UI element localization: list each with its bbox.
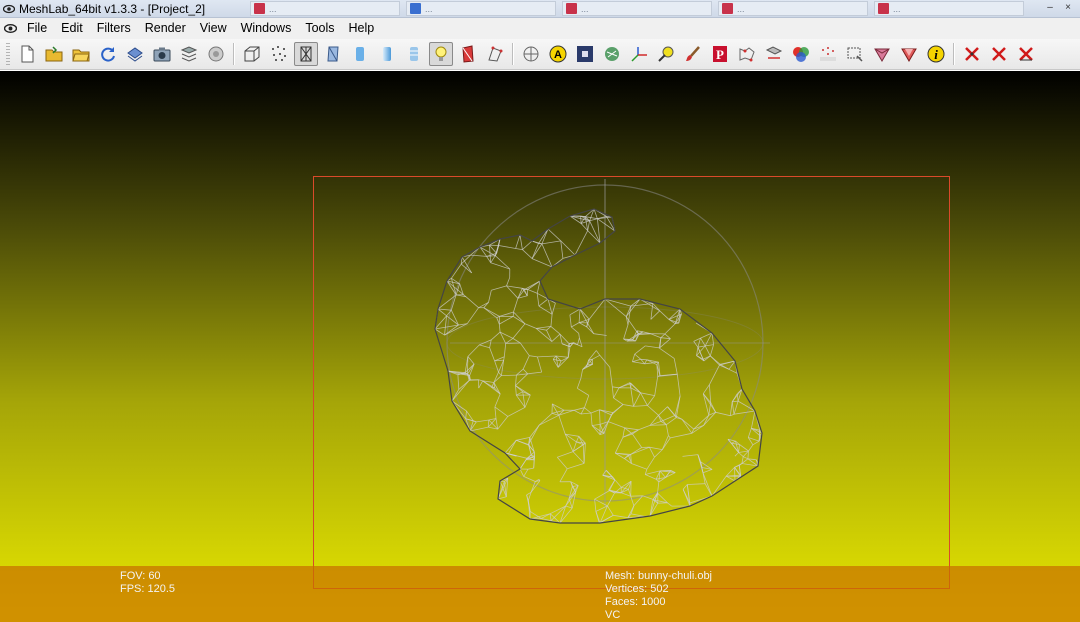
svg-text:A: A: [554, 49, 562, 61]
brush-icon[interactable]: [681, 42, 705, 66]
texture-icon[interactable]: [402, 42, 426, 66]
window-title: MeshLab_64bit v1.3.3 - [Project_2]: [19, 1, 206, 16]
measure-icon[interactable]: [573, 42, 597, 66]
align-icon[interactable]: [735, 42, 759, 66]
title-bar: MeshLab_64bit v1.3.3 - [Project_2] ... .…: [0, 0, 1080, 18]
app-icon: [254, 3, 265, 14]
meshlab-app-icon: [3, 3, 15, 15]
toolbar-grip[interactable]: [6, 43, 10, 65]
svg-text:i: i: [934, 47, 938, 62]
sample-icon[interactable]: [762, 42, 786, 66]
new-file-icon[interactable]: [15, 42, 39, 66]
taskbar-tab-label: ...: [425, 3, 433, 14]
taskbar-tab[interactable]: ...: [250, 1, 400, 16]
delete-faces-x-icon[interactable]: [987, 42, 1011, 66]
app-icon: [566, 3, 577, 14]
color-icon[interactable]: [789, 42, 813, 66]
system-menu-icon[interactable]: [3, 22, 17, 36]
reload-icon[interactable]: [96, 42, 120, 66]
save-icon[interactable]: [123, 42, 147, 66]
menu-render[interactable]: Render: [138, 18, 193, 39]
paint-icon[interactable]: [600, 42, 624, 66]
taskbar-tab[interactable]: ...: [874, 1, 1024, 16]
main-toolbar: A P i: [0, 39, 1080, 70]
toolbar-separator: [512, 43, 513, 65]
app-icon: [722, 3, 733, 14]
taskbar-tab[interactable]: ...: [718, 1, 868, 16]
taskbar-tab-label: ...: [737, 3, 745, 14]
delete-all-icon[interactable]: [1014, 42, 1038, 66]
annotate-icon[interactable]: A: [546, 42, 570, 66]
app-icon: [410, 3, 421, 14]
delete-vertices-icon[interactable]: [960, 42, 984, 66]
edit-selection-icon[interactable]: [843, 42, 867, 66]
taskbar-tab-label: ...: [581, 3, 589, 14]
bounding-box-icon[interactable]: [240, 42, 264, 66]
taskbar-tab-label: ...: [269, 3, 277, 14]
menu-help[interactable]: Help: [342, 18, 382, 39]
vertices-count: Vertices: 502: [605, 583, 669, 595]
mesh-name-label: Mesh: bunny-chuli.obj: [605, 570, 713, 582]
select-faces-icon[interactable]: [483, 42, 507, 66]
menu-filters[interactable]: Filters: [90, 18, 138, 39]
menu-bar: File Edit Filters Render View Windows To…: [0, 18, 1080, 39]
menu-tools[interactable]: Tools: [298, 18, 341, 39]
taskbar-tab[interactable]: ...: [562, 1, 712, 16]
open-project-icon[interactable]: [69, 42, 93, 66]
light-icon[interactable]: [428, 42, 453, 66]
smooth-shading-icon[interactable]: [375, 42, 399, 66]
backface-icon[interactable]: [456, 42, 480, 66]
app-icon: [878, 3, 889, 14]
fov-label: FOV: 60: [120, 570, 161, 582]
layers-icon[interactable]: [177, 42, 201, 66]
select-vertex-icon[interactable]: [870, 42, 894, 66]
fps-label: FPS: 120.5: [120, 583, 176, 595]
toolbar-separator: [233, 43, 234, 65]
window-controls: – ×: [1042, 2, 1076, 15]
taskbar-tab-label: ...: [893, 3, 901, 14]
toolbar-separator: [953, 43, 954, 65]
info-icon[interactable]: i: [924, 42, 948, 66]
3d-viewport[interactable]: FOV: 60 FPS: 120.5 Mesh: bunny-chuli.obj…: [0, 71, 1080, 622]
menu-windows[interactable]: Windows: [234, 18, 299, 39]
menu-edit[interactable]: Edit: [54, 18, 90, 39]
vc-label: VC: [605, 609, 621, 621]
points-icon[interactable]: [267, 42, 291, 66]
snapshot-icon[interactable]: [150, 42, 174, 66]
faces-count: Faces: 1000: [605, 596, 666, 608]
minimize-icon[interactable]: –: [1042, 2, 1058, 15]
info-overlay: FOV: 60 FPS: 120.5 Mesh: bunny-chuli.obj…: [0, 566, 1080, 622]
trackball-icon[interactable]: [519, 42, 543, 66]
pdf-icon[interactable]: P: [708, 42, 732, 66]
background-taskbar: ... ... ... ... ...: [250, 1, 1024, 17]
menu-file[interactable]: File: [20, 18, 54, 39]
hidden-lines-icon[interactable]: [321, 42, 345, 66]
flat-shading-icon[interactable]: [348, 42, 372, 66]
taskbar-tab[interactable]: ...: [406, 1, 556, 16]
wireframe-icon[interactable]: [293, 42, 318, 66]
axis-icon[interactable]: [627, 42, 651, 66]
reference-icon[interactable]: [816, 42, 840, 66]
settings-icon[interactable]: [204, 42, 228, 66]
close-icon[interactable]: ×: [1060, 2, 1076, 15]
svg-text:P: P: [716, 47, 724, 62]
selection-box: [313, 176, 950, 589]
pick-points-icon[interactable]: [654, 42, 678, 66]
menu-view[interactable]: View: [193, 18, 234, 39]
delete-faces-icon[interactable]: [897, 42, 921, 66]
open-icon[interactable]: [42, 42, 66, 66]
